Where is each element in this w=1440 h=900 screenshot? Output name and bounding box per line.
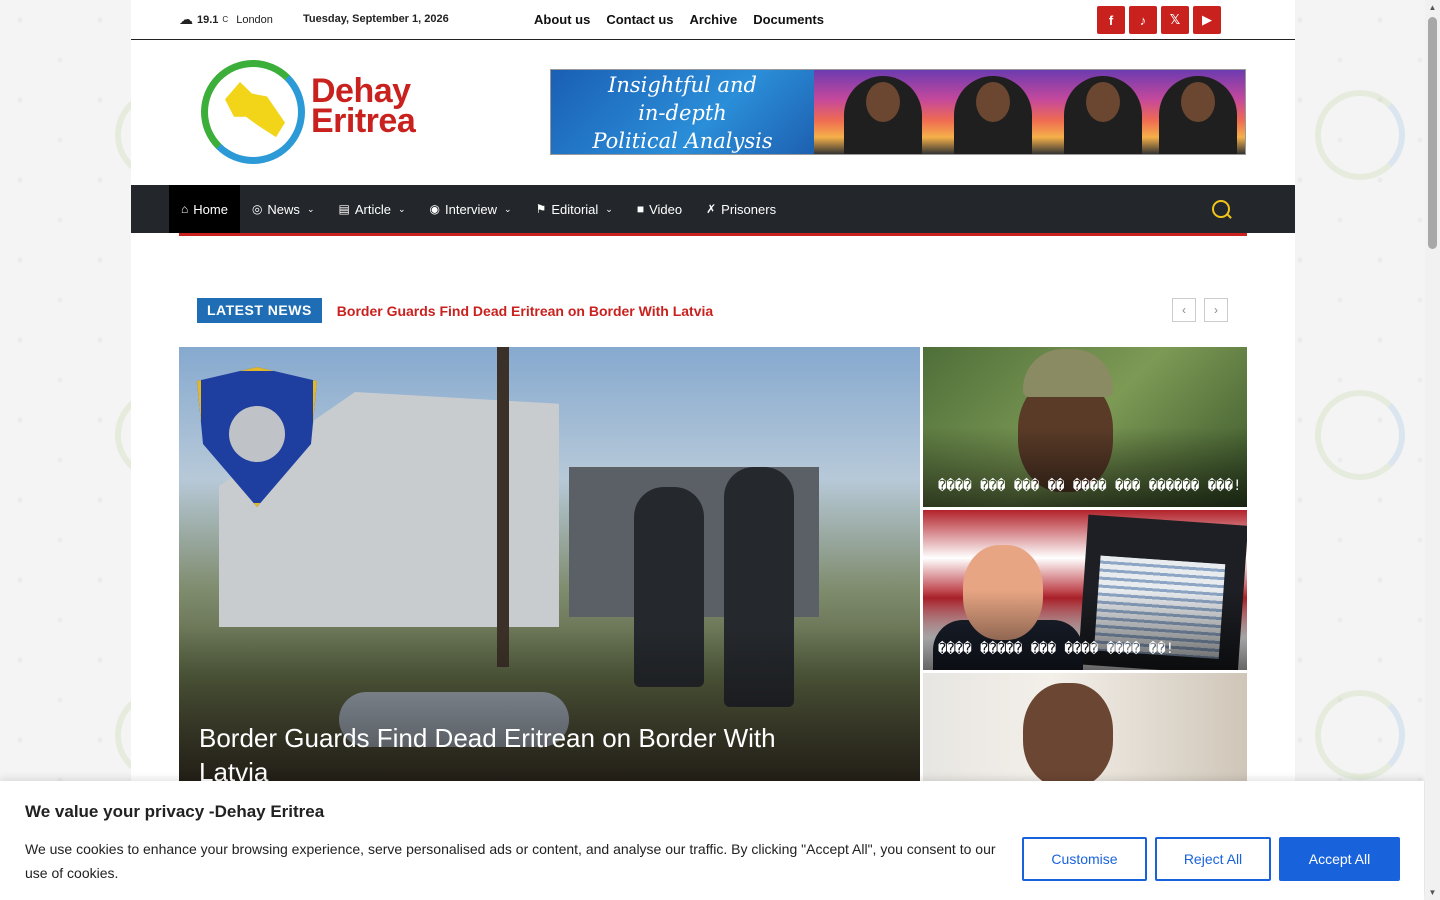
link-about-us[interactable]: About us	[534, 12, 590, 27]
image-overlay	[923, 590, 1247, 670]
link-contact-us[interactable]: Contact us	[606, 12, 673, 27]
newspaper-icon: ▤	[338, 202, 350, 216]
featured-post-title[interactable]: Border Guards Find Dead Eritrean on Bord…	[199, 721, 839, 787]
nav-item-editorial[interactable]: ⚑ Editorial ⌄	[524, 185, 625, 233]
accept-all-button[interactable]: Accept All	[1279, 837, 1400, 881]
nav-label: Interview	[444, 201, 498, 217]
side-post[interactable]: ���� ��� ��� �� ���� ��� ������ ���!	[923, 347, 1247, 507]
latest-news-ticker: LATEST NEWS Border Guards Find Dead Erit…	[197, 298, 713, 323]
cookie-consent-banner: We value your privacy -Dehay Eritrea We …	[0, 781, 1424, 900]
banner-person	[1064, 76, 1142, 154]
banner-line2: in-depth	[638, 101, 727, 125]
banner-text: Insightful and in-depth Political Analys…	[551, 70, 814, 154]
top-links: About us Contact us Archive Documents	[534, 12, 824, 27]
image-overlay	[923, 427, 1247, 507]
banner-person	[844, 76, 922, 154]
chevron-down-icon: ⌄	[504, 203, 512, 214]
current-date: Tuesday, September 1, 2026	[303, 13, 449, 25]
banner-line3: Political Analysis	[592, 129, 773, 153]
chevron-down-icon: ⌄	[605, 203, 613, 214]
chevron-right-icon[interactable]: ›	[1204, 298, 1228, 322]
top-bar: ☁ 19.1 C London Tuesday, September 1, 20…	[131, 0, 1295, 40]
x-icon[interactable]: 𝕏	[1161, 6, 1189, 34]
watermark-logo	[1315, 390, 1405, 480]
banner-line1: Insightful and	[608, 73, 757, 97]
nav-item-home[interactable]: ⌂ Home	[169, 185, 240, 233]
weather-temp: 19.1	[197, 13, 219, 26]
cookie-title: We value your privacy -Dehay Eritrea	[25, 802, 325, 821]
social-links: f ♪ 𝕏 ▶	[1097, 6, 1221, 34]
cookie-text: We use cookies to enhance your browsing …	[25, 841, 996, 881]
link-documents[interactable]: Documents	[753, 12, 824, 27]
featured-post[interactable]: Border Guards Find Dead Eritrean on Bord…	[179, 347, 920, 787]
header-banner-ad[interactable]: Insightful and in-depth Political Analys…	[550, 69, 1246, 155]
scroll-down-icon[interactable]: ▼	[1425, 885, 1440, 900]
nav-label: Editorial	[551, 201, 599, 217]
nav-item-prisoners[interactable]: ✗ Prisoners	[694, 185, 788, 233]
scrollbar-thumb[interactable]	[1428, 17, 1437, 249]
nav-item-news[interactable]: ◎ News ⌄	[240, 185, 327, 233]
side-post[interactable]	[923, 673, 1247, 787]
globe-icon: ◎	[251, 202, 263, 216]
nav-accent-line	[179, 233, 1247, 236]
home-icon: ⌂	[181, 202, 189, 216]
watermark-logo	[1315, 690, 1405, 780]
nav-label: Prisoners	[721, 201, 777, 217]
latest-news-headline[interactable]: Border Guards Find Dead Eritrean on Bord…	[337, 303, 713, 319]
nav-item-article[interactable]: ▤ Article ⌄	[326, 185, 417, 233]
nav-label: Video	[649, 201, 683, 217]
cloud-icon: ☁	[179, 11, 193, 27]
nav-item-video[interactable]: ■ Video	[625, 185, 694, 233]
facebook-icon[interactable]: f	[1097, 6, 1125, 34]
post-image-cap	[1023, 349, 1113, 397]
banner-person	[1159, 76, 1237, 154]
youtube-icon[interactable]: ▶	[1193, 6, 1221, 34]
nav-label: News	[267, 201, 300, 217]
search-icon[interactable]	[1212, 200, 1230, 218]
logo-line2: Eritrea	[311, 102, 416, 140]
watermark-logo	[1315, 90, 1405, 180]
tiktok-icon[interactable]: ♪	[1129, 6, 1157, 34]
side-post-title[interactable]: ���� ����� ��� ���� ���� ��!	[938, 641, 1174, 657]
video-icon: ■	[636, 202, 645, 216]
handshake-icon: ◉	[429, 202, 440, 216]
weather-unit: C	[222, 15, 229, 24]
reject-all-button[interactable]: Reject All	[1155, 837, 1271, 881]
site-logo[interactable]: Dehay Eritrea	[201, 60, 436, 170]
featured-image-pole	[497, 347, 509, 667]
chevron-down-icon: ⌄	[397, 203, 406, 214]
main-nav: ⌂ Home ◎ News ⌄ ▤ Article ⌄ ◉ Interview …	[131, 185, 1295, 233]
nav-item-interview[interactable]: ◉ Interview ⌄	[418, 185, 524, 233]
flag-icon: ⚑	[535, 202, 547, 216]
post-image-face	[1023, 683, 1113, 787]
chevron-down-icon: ⌄	[306, 203, 315, 214]
latest-news-tag: LATEST NEWS	[197, 298, 322, 323]
nav-label: Home	[193, 201, 228, 217]
scroll-up-icon[interactable]: ▲	[1425, 0, 1440, 15]
logo-text: Dehay Eritrea	[311, 74, 416, 140]
customise-button[interactable]: Customise	[1022, 837, 1147, 881]
link-archive[interactable]: Archive	[690, 12, 738, 27]
page-container: ☁ 19.1 C London Tuesday, September 1, 20…	[131, 0, 1295, 900]
prisoner-icon: ✗	[706, 202, 717, 216]
weather-widget: ☁ 19.1 C London	[179, 11, 273, 28]
side-post-title[interactable]: ���� ��� ��� �� ���� ��� ������ ���!	[938, 478, 1241, 494]
site-header: Dehay Eritrea Insightful and in-depth Po…	[131, 40, 1295, 185]
ticker-arrows: ‹ ›	[1172, 298, 1228, 322]
weather-city: London	[236, 13, 273, 26]
page-scrollbar[interactable]: ▲ ▼	[1425, 0, 1440, 900]
nav-label: Article	[354, 201, 391, 217]
chevron-left-icon[interactable]: ‹	[1172, 298, 1196, 322]
banner-person	[954, 76, 1032, 154]
side-post[interactable]: ���� ����� ��� ���� ���� ��!	[923, 510, 1247, 670]
banner-image	[814, 70, 1245, 154]
